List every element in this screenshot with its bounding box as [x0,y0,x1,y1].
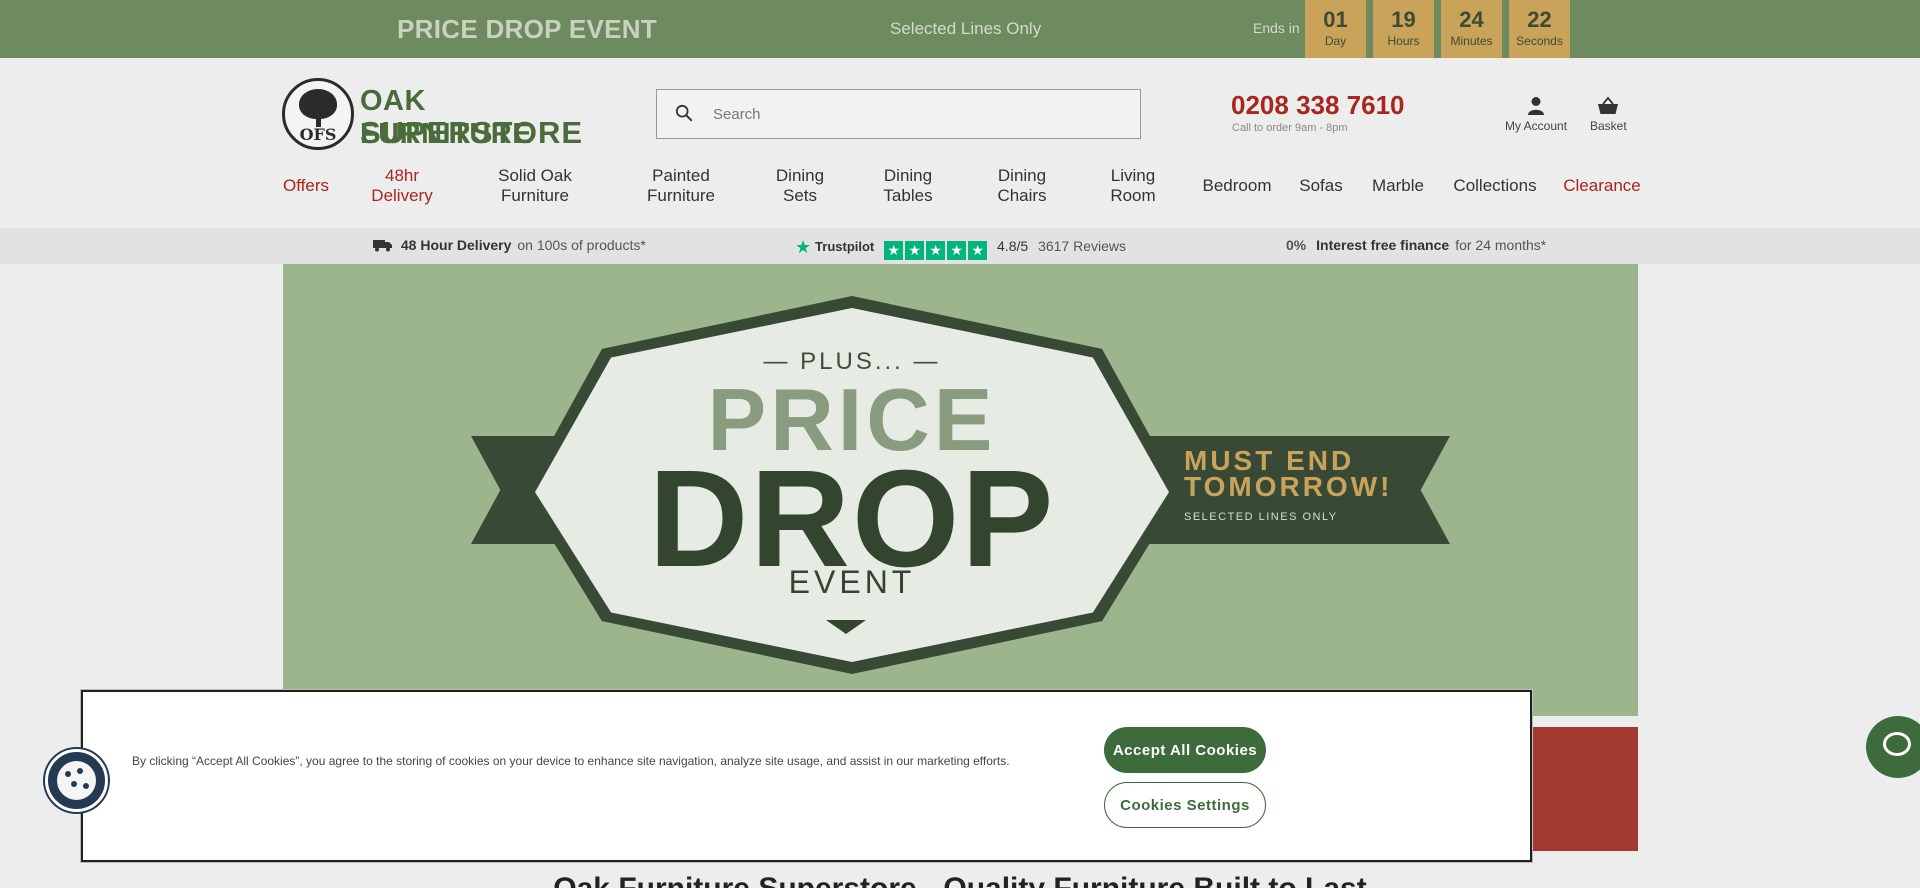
countdown-value: 19 [1391,7,1416,32]
my-account-link[interactable]: My Account [1505,96,1567,133]
cookie-consent-text: By clicking “Accept All Cookies”, you ag… [132,754,1010,768]
nav-collections[interactable]: Collections [1451,176,1539,196]
trustpilot-logo-star-icon: ★ [795,237,812,257]
trustpilot-rating: 4.8/5 [997,238,1029,254]
promo-title[interactable]: PRICE DROP EVENT [397,14,657,45]
star-icon: ★ [884,241,904,260]
trustpilot-stars: ★ ★ ★ ★ ★ [884,241,988,260]
my-account-label: My Account [1505,119,1568,133]
nav-bedroom[interactable]: Bedroom [1200,176,1274,196]
countdown-value: 01 [1323,7,1348,32]
countdown-unit: Minutes [1450,34,1493,48]
star-icon: ★ [968,241,988,260]
countdown-unit: Day [1324,34,1347,48]
promo-tile[interactable] [1520,727,1638,851]
nav-dining-chairs[interactable]: Dining Chairs [992,166,1052,206]
nav-clearance[interactable]: Clearance [1563,176,1641,196]
usp-delivery[interactable]: 48 Hour Delivery on 100s of products* [373,237,646,253]
user-icon [1528,97,1545,115]
search-input[interactable] [713,102,1113,126]
countdown-hours: 19 Hours [1373,0,1434,58]
promo-bar: PRICE DROP EVENT Selected Lines Only End… [0,0,1920,58]
hero-must-end: MUST END TOMORROW! [1184,447,1393,502]
nav-48hr-delivery[interactable]: 48hr Delivery [364,166,440,206]
trustpilot-reviews: 3617 Reviews [1038,238,1126,254]
nav-painted-furniture[interactable]: Painted Furniture [641,166,721,206]
hero-banner[interactable]: — PLUS... — PRICE DROP EVENT MUST END TO… [283,264,1638,716]
countdown-label: Ends in [1253,20,1300,36]
van-icon [373,240,392,252]
usp-finance-detail: for 24 months* [1455,237,1547,253]
cookie-icon[interactable] [45,749,108,812]
chevron-down-icon [826,620,866,634]
usp-trustpilot[interactable]: ★ Trustpilot ★ ★ ★ ★ ★ 4.8/5 3617 Review… [795,237,1126,260]
countdown-value: 24 [1459,7,1484,32]
cookie-banner: By clicking “Accept All Cookies”, you ag… [81,690,1532,862]
countdown-seconds: 22 Seconds [1509,0,1570,58]
finance-percent: 0% [1286,237,1307,253]
nav-dining-sets[interactable]: Dining Sets [770,166,830,206]
nav-sofas[interactable]: Sofas [1298,176,1344,196]
logo-text-line2: SUPERSTORE [360,115,584,150]
basket-label: Basket [1590,119,1627,133]
star-icon: ★ [905,241,925,260]
search-icon[interactable] [675,104,693,122]
hero-event: EVENT [788,564,916,600]
chat-icon[interactable] [1866,716,1920,778]
usp-delivery-title: 48 Hour Delivery [400,237,512,253]
site-logo[interactable]: OFS OAK FURNITURE SUPERSTORE [282,78,582,150]
countdown-days: 01 Day [1305,0,1366,58]
logo-badge: OFS [282,78,354,150]
countdown-unit: Hours [1387,34,1420,48]
usp-finance[interactable]: 0% Interest free finance for 24 months* [1286,237,1546,253]
phone-hours: Call to order 9am - 8pm [1232,122,1348,134]
hero-must-end-line2: TOMORROW! [1184,471,1393,502]
basket-icon [1598,96,1619,114]
usp-bar: 48 Hour Delivery on 100s of products* ★ T… [0,228,1920,264]
nav-living-room[interactable]: Living Room [1103,166,1163,206]
countdown-unit: Seconds [1516,34,1563,48]
nav-solid-oak-furniture[interactable]: Solid Oak Furniture [495,166,575,206]
search-box[interactable] [656,89,1141,139]
promo-subtitle: Selected Lines Only [890,19,1042,38]
phone-number[interactable]: 0208 338 7610 [1231,90,1405,121]
trustpilot-label: Trustpilot [815,239,875,254]
site-header: OFS OAK FURNITURE SUPERSTORE 0208 338 76… [0,58,1920,228]
accept-all-cookies-button[interactable]: Accept All Cookies [1104,727,1266,773]
cookies-settings-button[interactable]: Cookies Settings [1104,782,1266,828]
basket-link[interactable]: Basket [1590,96,1627,133]
nav-marble[interactable]: Marble [1369,176,1427,196]
usp-delivery-detail: on 100s of products* [517,237,646,253]
hero-selected-lines: SELECTED LINES ONLY [1184,511,1338,523]
countdown-value: 22 [1527,7,1552,32]
logo-monogram: OFS [299,125,337,144]
star-icon: ★ [947,241,967,260]
nav-dining-tables[interactable]: Dining Tables [878,166,938,206]
countdown-minutes: 24 Minutes [1441,0,1502,58]
star-icon: ★ [926,241,946,260]
nav-offers[interactable]: Offers [282,176,330,196]
page-title: Oak Furniture Superstore - Quality Furni… [0,872,1920,888]
usp-finance-title: Interest free finance [1316,237,1450,253]
